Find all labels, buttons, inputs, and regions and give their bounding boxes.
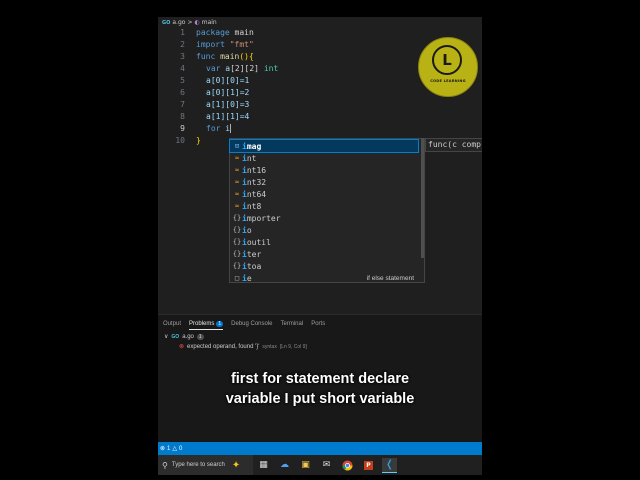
line-number: 9 xyxy=(180,124,185,133)
struct-icon: ⊡ xyxy=(234,142,240,150)
keyword-icon: ≈ xyxy=(234,166,240,174)
remote-icon[interactable]: ⊗ xyxy=(160,445,165,452)
windows-taskbar: ⚲ Type here to search ✦ ▦ ☁ ▣ ✉ P ❬ xyxy=(158,455,482,475)
tab-ports[interactable]: Ports xyxy=(311,319,325,329)
suggestion-hint: if else statement xyxy=(366,274,414,282)
problem-file-name: a.go xyxy=(182,333,194,340)
tab-debug-console[interactable]: Debug Console xyxy=(231,319,272,329)
suggestion-item[interactable]: ⊡ i mag xyxy=(229,139,419,153)
problem-message: expected operand, found '}' xyxy=(187,343,260,350)
code-line: a[1][0]=3 xyxy=(206,100,250,109)
problem-location: [Ln 9, Col 9] xyxy=(279,343,307,350)
taskbar-search[interactable]: ⚲ Type here to search ✦ xyxy=(158,455,253,475)
keyword-icon: ≈ xyxy=(234,202,240,210)
problem-file-count: 1 xyxy=(196,333,204,340)
autocomplete-widget[interactable]: ⊡ i mag ≈ i nt ≈ i nt16 ≈ i nt32 ≈ i nt64 ≈ i nt8 {}… xyxy=(229,138,425,283)
mail-icon[interactable]: ✉ xyxy=(319,458,334,472)
problem-item[interactable]: ⊗ expected operand, found '}' syntax [Ln… xyxy=(179,343,307,351)
line-number: 6 xyxy=(180,88,185,97)
code-line: var a[2][2] int xyxy=(206,64,279,73)
line-number: 7 xyxy=(180,100,185,109)
suggestion-item[interactable]: ≈ i nt64 xyxy=(230,188,418,200)
code-line: import "fmt" xyxy=(196,40,254,49)
error-icon: ⊗ xyxy=(179,344,185,350)
suggestion-item[interactable]: {} i o xyxy=(230,224,418,236)
warning-count[interactable]: 0 xyxy=(179,446,182,452)
line-number: 10 xyxy=(175,136,185,145)
module-icon: {} xyxy=(232,226,242,234)
search-highlight-icon: ✦ xyxy=(231,459,241,471)
caption-line: variable I put short variable xyxy=(225,391,415,407)
module-icon: {} xyxy=(232,250,242,258)
problems-count-badge: 1 xyxy=(216,320,224,327)
suggestion-item[interactable]: {} i outil xyxy=(230,236,418,248)
suggestion-item[interactable]: ≈ i nt8 xyxy=(230,200,418,212)
tab-problems[interactable]: Problems 1 xyxy=(189,319,224,330)
code-line: } xyxy=(196,136,201,145)
keyword-icon: ≈ xyxy=(234,178,240,186)
suggestion-scrollbar[interactable] xyxy=(421,138,424,258)
caption-line: first for statement declare xyxy=(230,371,410,387)
tab-output[interactable]: Output xyxy=(163,319,181,329)
line-number: 8 xyxy=(180,112,185,121)
powerpoint-icon[interactable]: P xyxy=(361,458,376,472)
chevron-down-icon: ∨ xyxy=(164,334,169,340)
suggestion-item[interactable]: {} i mporter xyxy=(230,212,418,224)
breadcrumb: GO a.go > ◐ main xyxy=(162,17,217,28)
module-icon: {} xyxy=(232,262,242,270)
problem-source: syntax xyxy=(262,343,277,350)
text-cursor xyxy=(230,124,232,133)
suggestion-item[interactable]: ≈ i nt32 xyxy=(230,176,418,188)
code-line: a[1][1]=4 xyxy=(206,112,250,121)
panel-tabs: Output Problems 1 Debug Console Terminal … xyxy=(163,319,325,330)
symbol-icon: ◐ xyxy=(194,19,200,26)
problem-file-row[interactable]: ∨ GO a.go 1 xyxy=(164,333,204,340)
suggestion-detail: func(c comp xyxy=(425,138,482,152)
code-learning-logo: L CODE LEARNING xyxy=(418,37,478,97)
error-count[interactable]: 1 xyxy=(167,446,170,452)
suggestion-item[interactable]: ≈ i nt16 xyxy=(230,164,418,176)
chrome-icon[interactable] xyxy=(340,458,355,472)
suggestion-item[interactable]: □ i e if else statement xyxy=(230,272,418,284)
task-view-icon[interactable]: ▦ xyxy=(256,458,271,472)
warning-icon: △ xyxy=(172,446,177,452)
tab-terminal[interactable]: Terminal xyxy=(281,319,304,329)
line-number: 2 xyxy=(180,40,185,49)
module-icon: {} xyxy=(232,214,242,222)
logo-letter: L xyxy=(432,45,462,75)
keyword-icon: ≈ xyxy=(234,190,240,198)
logo-text: CODE LEARNING xyxy=(430,79,466,83)
breadcrumb-symbol[interactable]: main xyxy=(202,19,217,26)
status-bar: ⊗ 1 △ 0 xyxy=(158,442,482,455)
code-line: package main xyxy=(196,28,254,37)
search-placeholder: Type here to search xyxy=(171,462,225,468)
vscode-icon[interactable]: ❬ xyxy=(382,457,397,473)
widgets-icon[interactable]: ☁ xyxy=(277,458,292,472)
breadcrumb-file[interactable]: a.go xyxy=(172,19,185,26)
file-explorer-icon[interactable]: ▣ xyxy=(298,458,313,472)
code-line: func main(){ xyxy=(196,52,254,61)
go-file-icon: GO xyxy=(162,19,171,26)
line-number: 1 xyxy=(180,28,185,37)
go-file-icon: GO xyxy=(171,333,180,340)
line-number: 5 xyxy=(180,76,185,85)
suggestion-item[interactable]: {} i toa xyxy=(230,260,418,272)
snippet-icon: □ xyxy=(234,274,240,282)
breadcrumb-separator: > xyxy=(187,19,193,26)
code-line: a[0][0]=1 xyxy=(206,76,250,85)
keyword-icon: ≈ xyxy=(234,154,240,162)
line-number: 4 xyxy=(180,64,185,73)
suggestion-item[interactable]: ≈ i nt xyxy=(230,152,418,164)
vscode-window: GO a.go > ◐ main 1 2 3 4 5 6 7 8 9 10 pa… xyxy=(158,17,482,475)
search-icon: ⚲ xyxy=(162,460,168,470)
module-icon: {} xyxy=(232,238,242,246)
video-caption: first for statement declare variable I p… xyxy=(158,369,482,409)
code-line: a[0][1]=2 xyxy=(206,88,250,97)
line-number: 3 xyxy=(180,52,185,61)
code-line: for i xyxy=(206,124,232,133)
suggestion-item[interactable]: {} i ter xyxy=(230,248,418,260)
